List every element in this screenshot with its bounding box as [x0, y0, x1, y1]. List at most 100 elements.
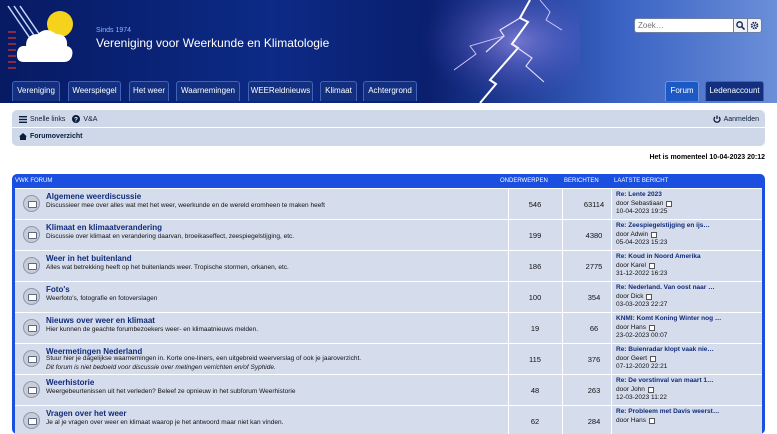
post-count: 2775 [585, 262, 603, 271]
column-divider [562, 189, 563, 219]
forum-read-icon [23, 288, 40, 305]
faq-link[interactable]: V&A [83, 116, 97, 123]
last-post-date: 23-02-2023 00:07 [616, 332, 668, 339]
post-count: 263 [587, 386, 601, 395]
site-since: Sinds 1974 [96, 27, 132, 34]
col-posts-header: BERICHTEN [564, 178, 599, 184]
forum-row: Weermetingen Nederland Stuur hier je dag… [15, 343, 762, 374]
forum-title[interactable]: Klimaat en klimaatverandering [46, 223, 162, 232]
post-count: 284 [587, 417, 601, 426]
last-post-title[interactable]: Re: Buienradar klopt vaak nie… [616, 346, 714, 353]
column-divider [562, 220, 563, 250]
login-link[interactable]: Aanmelden [724, 116, 759, 123]
forum-title[interactable]: Weerhistorie [46, 378, 94, 387]
last-post-author[interactable]: door John [616, 386, 645, 393]
section-title[interactable]: VWK FORUM [15, 178, 52, 184]
tab-ledenaccount[interactable]: Ledenaccount [705, 81, 764, 101]
forum-title[interactable]: Weer in het buitenland [46, 254, 132, 263]
forum-read-icon [23, 226, 40, 243]
forum-row: Foto's Weerfoto's, fotografie en fotover… [15, 281, 762, 312]
go-to-post-icon[interactable] [649, 324, 655, 331]
search-input[interactable] [634, 18, 734, 33]
topic-count: 186 [528, 262, 542, 271]
last-post-author[interactable]: door Adwin [616, 231, 648, 238]
topic-count: 62 [530, 417, 540, 426]
advanced-search-button[interactable] [748, 18, 762, 33]
tab-weereldnieuws[interactable]: WEEReldnieuws [248, 81, 313, 101]
go-to-post-icon[interactable] [666, 200, 673, 207]
last-post-author-row: door Hans [616, 324, 655, 331]
forum-title[interactable]: Algemene weerdiscussie [46, 192, 141, 201]
tab-klimaat[interactable]: Klimaat [320, 81, 357, 101]
post-count: 66 [589, 324, 599, 333]
topic-count: 100 [528, 293, 542, 302]
site-logo[interactable] [4, 4, 78, 78]
search-icon [736, 21, 745, 30]
forum-index-link[interactable]: Forumoverzicht [30, 133, 83, 140]
last-post-date: 31-12-2022 16:23 [616, 270, 668, 277]
site-title[interactable]: Vereniging voor Weerkunde en Klimatologi… [96, 36, 329, 50]
forum-read-icon [23, 381, 40, 398]
last-post-title[interactable]: Re: Nederland. Van oost naar … [616, 284, 715, 291]
tab-achtergrond[interactable]: Achtergrond [363, 81, 417, 101]
last-post-title[interactable]: Re: Koud in Noord Amerika [616, 253, 701, 260]
nav-panel: Snelle links ? V&A Aanmelden Forumoverzi… [12, 110, 765, 146]
last-post-date: 05-04-2023 15:23 [616, 239, 668, 246]
quick-links-link[interactable]: Snelle links [30, 116, 65, 123]
last-post-title[interactable]: Re: Zeespiegelstijging en ijs… [616, 222, 710, 229]
topic-count: 48 [530, 386, 540, 395]
column-divider [508, 406, 509, 434]
tab-forum[interactable]: Forum [665, 81, 699, 101]
forum-row: Vragen over het weer Je al je vragen ove… [15, 405, 762, 434]
last-post-author[interactable]: door Dick [616, 293, 643, 300]
last-post-title[interactable]: Re: Lente 2023 [616, 191, 662, 198]
search-button[interactable] [734, 18, 748, 33]
forum-title[interactable]: Nieuws over weer en klimaat [46, 316, 155, 325]
forum-description: Hier kunnen de geachte forumbezoekers we… [46, 326, 259, 333]
column-divider [562, 313, 563, 343]
last-post-title[interactable]: Re: De vorstinval van maart 1… [616, 377, 714, 384]
go-to-post-icon[interactable] [651, 231, 658, 238]
menu-icon [19, 115, 27, 123]
column-divider [562, 344, 563, 374]
go-to-post-icon[interactable] [646, 293, 653, 300]
forum-description: Weergebeurtenissen uit het verleden? Bel… [46, 388, 296, 395]
column-divider [508, 375, 509, 405]
last-post-author[interactable]: door Geert [616, 355, 647, 362]
last-post-date: 03-03-2023 22:27 [616, 301, 668, 308]
home-icon [19, 133, 27, 140]
forum-row: Weerhistorie Weergebeurtenissen uit het … [15, 374, 762, 405]
last-post-author[interactable]: door Hans [616, 324, 646, 331]
site-header: Sinds 1974 Vereniging voor Weerkunde en … [0, 0, 777, 103]
tab-waarnemingen[interactable]: Waarnemingen [176, 81, 240, 101]
column-divider [508, 344, 509, 374]
last-post-author-row: door Karel [616, 262, 655, 269]
last-post-author[interactable]: door Sebastiaan [616, 200, 663, 207]
column-divider [508, 220, 509, 250]
last-post-author[interactable]: door Karel [616, 262, 646, 269]
last-post-author-row: door Adwin [616, 231, 658, 238]
last-post-title[interactable]: KNMI: Komt Koning Winter nog … [616, 315, 721, 322]
topic-count: 199 [528, 231, 542, 240]
go-to-post-icon[interactable] [647, 386, 654, 393]
forum-row: Klimaat en klimaatverandering Discussie … [15, 219, 762, 250]
tab-vereniging[interactable]: Vereniging [12, 81, 60, 101]
forum-description: Stuur hier je dagelijkse waarnemingen in… [46, 355, 362, 362]
column-divider [508, 189, 509, 219]
post-count: 376 [587, 355, 601, 364]
forum-title[interactable]: Foto's [46, 285, 70, 294]
forum-description-note: Dit forum is niet bedoeld voor discussie… [46, 364, 276, 371]
column-divider [508, 313, 509, 343]
go-to-post-icon[interactable] [650, 355, 657, 362]
column-divider [562, 282, 563, 312]
forum-description: Alles wat betrekking heeft op het buiten… [46, 264, 289, 271]
tab-weerspiegel[interactable]: Weerspiegel [68, 81, 121, 101]
forum-description: Discussieer mee over alles wat met het w… [46, 202, 325, 209]
forum-title[interactable]: Vragen over het weer [46, 409, 126, 418]
go-to-post-icon[interactable] [649, 262, 655, 269]
column-divider [508, 282, 509, 312]
column-divider [562, 375, 563, 405]
lightning-graphic [420, 0, 580, 103]
last-post-title[interactable]: Re: Probleem met Davis weerst… [616, 408, 719, 415]
tab-het-weer[interactable]: Het weer [129, 81, 169, 101]
